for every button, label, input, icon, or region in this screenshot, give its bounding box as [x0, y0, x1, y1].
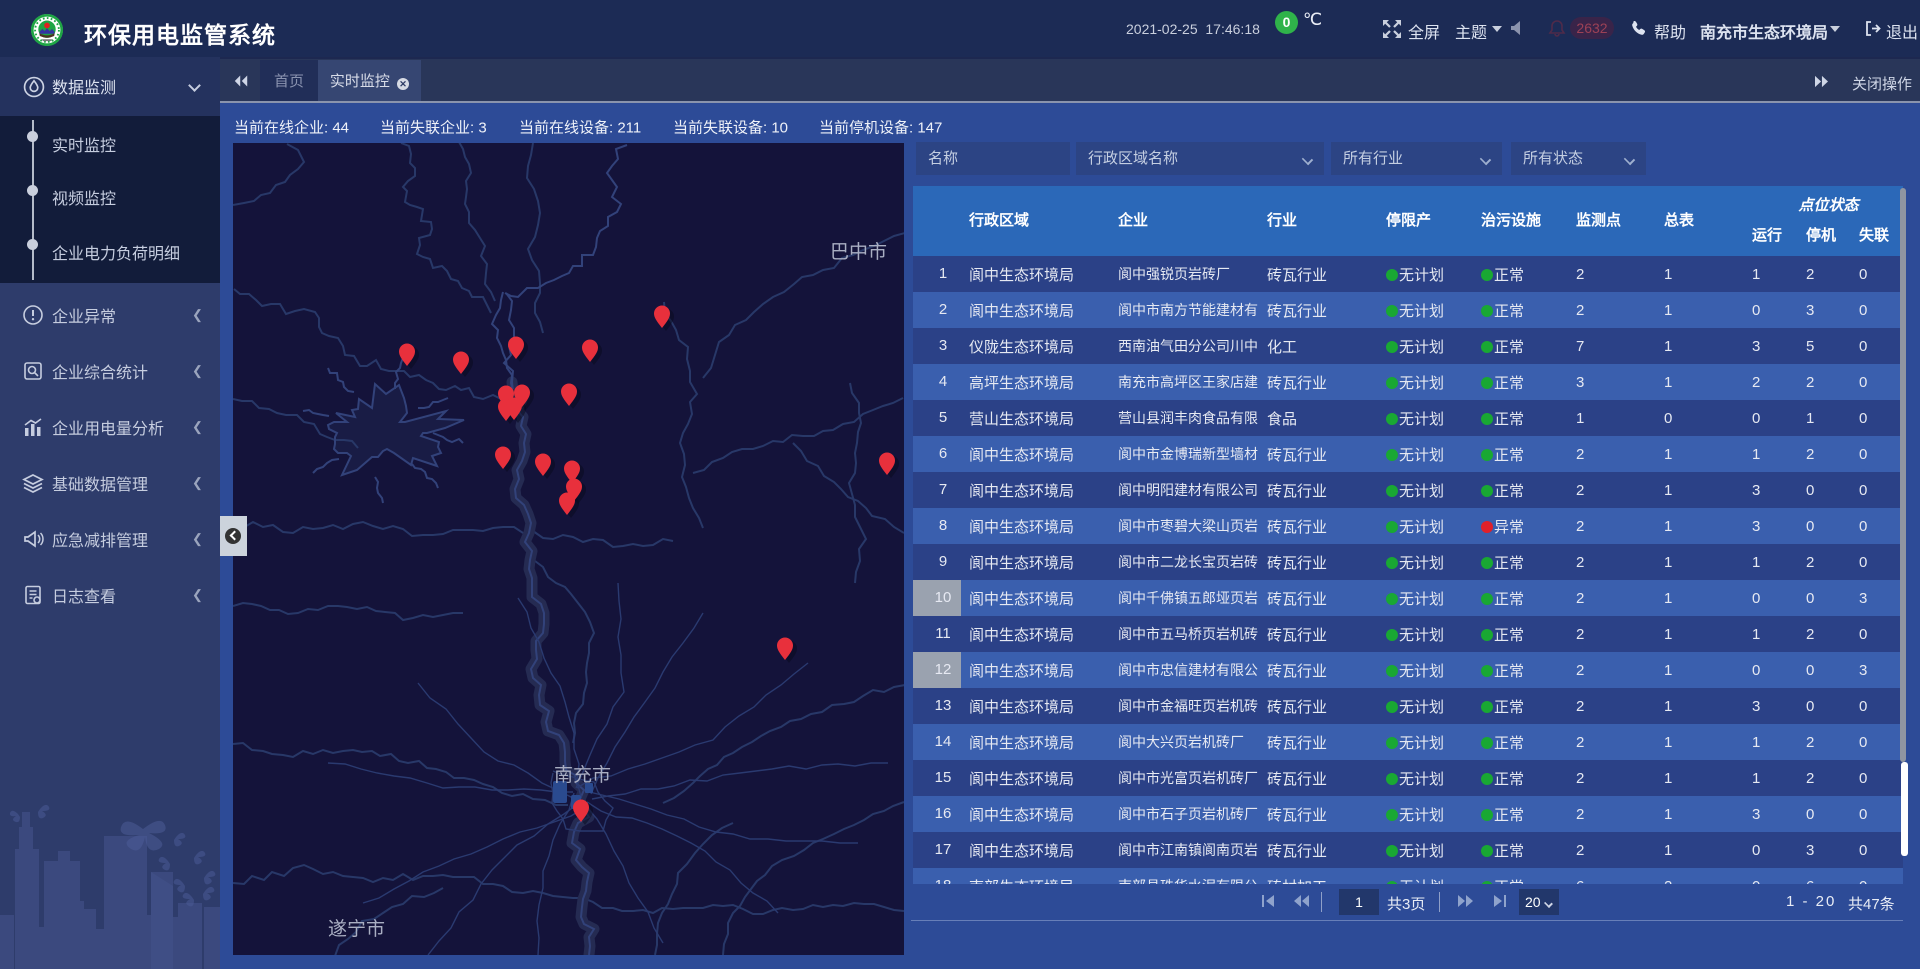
svg-text:巴中市: 巴中市: [830, 241, 887, 263]
svg-text:南充市: 南充市: [554, 764, 611, 786]
svg-text:遂宁市: 遂宁市: [328, 918, 385, 940]
